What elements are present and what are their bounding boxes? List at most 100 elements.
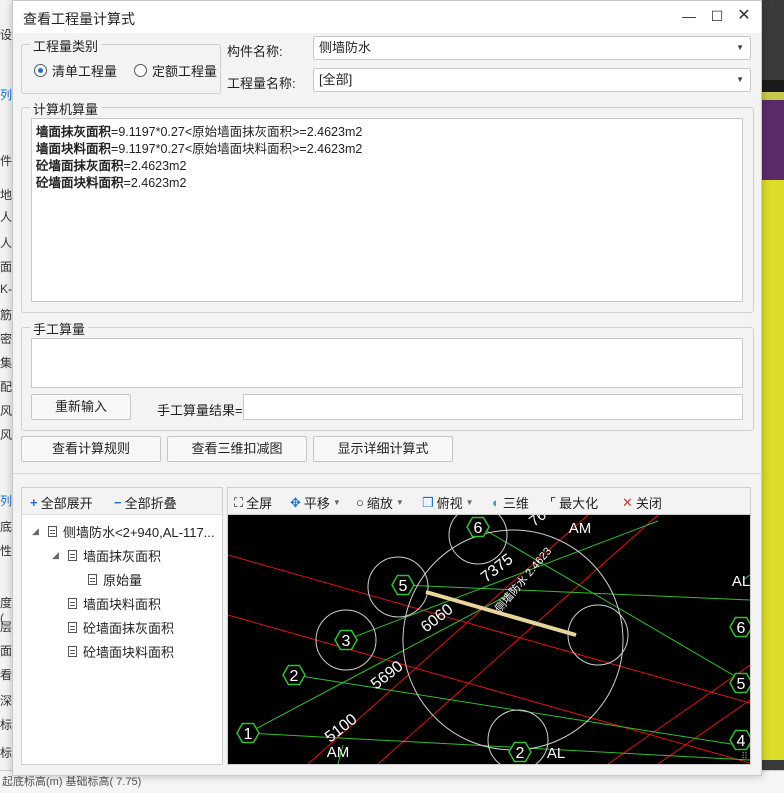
manual-calc-textarea[interactable]	[31, 338, 743, 388]
host-left-text: 底	[0, 520, 13, 534]
host-left-text: 地	[0, 188, 13, 202]
view-rules-button[interactable]: 查看计算规则	[21, 436, 161, 462]
splitter[interactable]	[13, 473, 761, 474]
document-icon	[48, 526, 57, 537]
chevron-down-icon: ▼	[736, 75, 744, 84]
host-left-text: 配	[0, 380, 13, 394]
axis-label: AM	[327, 744, 350, 761]
tree-node-label: 原始量	[103, 573, 143, 588]
manual-result-input[interactable]	[243, 394, 743, 420]
view-3d-deduction-button[interactable]: 查看三维扣减图	[167, 436, 307, 462]
host-left-text: 密	[0, 332, 13, 346]
host-left-text: 面	[0, 644, 13, 658]
tree-node-wall-tile[interactable]: 墙面块料面积	[68, 594, 161, 613]
axis-label: 4	[737, 733, 746, 750]
maximize-button[interactable]: ☐	[705, 5, 729, 27]
fullscreen-button[interactable]: ⛶ 全屏	[234, 493, 272, 512]
axis-label: 5	[737, 676, 746, 693]
radio-selected-icon	[34, 64, 47, 77]
computer-calc-group: 计算机算量 墙面抹灰面积=9.1197*0.27<原始墙面抹灰面积>=2.462…	[21, 99, 754, 313]
host-left-text: 看	[0, 668, 13, 682]
dim-label: 76	[526, 515, 550, 530]
three-d-button[interactable]: ◐ 三维	[492, 493, 529, 512]
radio-bill-quantity[interactable]: 清单工程量	[34, 61, 117, 80]
tree-node-wall-plaster[interactable]: ◢ 墙面抹灰面积	[52, 546, 161, 565]
host-left-text: 集	[0, 356, 13, 370]
tree-node-original-quantity[interactable]: 原始量	[88, 570, 142, 589]
axis-label: 6	[474, 520, 483, 537]
formula-line: 墙面块料面积=9.1197*0.27<原始墙面块料面积>=2.4623m2	[36, 142, 363, 156]
quantity-category-group: 工程量类别 清单工程量 定额工程量	[21, 36, 221, 94]
tree-node-label: 墙面抹灰面积	[83, 549, 162, 564]
quantity-name-value: [全部]	[319, 72, 353, 87]
zoom-icon: ○	[356, 495, 364, 510]
close-view-button[interactable]: ✕ 关闭	[622, 493, 662, 512]
expand-icon: +	[30, 495, 38, 510]
tree-node-concrete-tile[interactable]: 砼墙面块料面积	[68, 642, 174, 661]
dialog-title: 查看工程量计算式	[23, 11, 135, 27]
radio-quota-quantity[interactable]: 定额工程量	[134, 61, 217, 80]
axis-label: 3	[342, 633, 351, 650]
document-icon	[68, 622, 77, 633]
formula-line: 砼墙面块料面积=2.4623m2	[36, 176, 187, 190]
close-window-button[interactable]: ✕	[732, 5, 756, 27]
computer-calc-textarea[interactable]: 墙面抹灰面积=9.1197*0.27<原始墙面抹灰面积>=2.4623m2 墙面…	[31, 118, 743, 302]
tree-node-label: 墙面块料面积	[83, 597, 162, 612]
quantity-name-label: 工程量名称:	[227, 76, 296, 91]
computer-calc-legend: 计算机算量	[30, 99, 102, 118]
tree-node-concrete-plaster[interactable]: 砼墙面抹灰面积	[68, 618, 174, 637]
chevron-down-icon: ▼	[395, 498, 404, 507]
host-left-text: 标	[0, 718, 13, 732]
axis-label: 2	[516, 745, 525, 762]
host-left-text: 风	[0, 428, 13, 442]
quantity-tree-panel: + 全部展开 − 全部折叠 ◢ 侧墙防水<2+940,AL-117... ◢ 墙…	[21, 487, 223, 765]
collapse-all-label: 全部折叠	[124, 496, 177, 511]
host-left-text: 深	[0, 694, 13, 708]
maximize-view-button[interactable]: ⌜ 最大化	[550, 493, 598, 512]
tree-root-node[interactable]: ◢ 侧墙防水<2+940,AL-117...	[32, 522, 215, 541]
host-left-text: 标	[0, 746, 13, 760]
document-icon	[68, 646, 77, 657]
axis-label: AL	[732, 573, 750, 590]
zoom-button[interactable]: ○ 缩放 ▼	[356, 493, 404, 512]
component-name-select[interactable]: 侧墙防水 ▼	[313, 36, 751, 60]
host-left-text: 人	[0, 236, 13, 250]
cube-icon: ❒	[422, 494, 434, 510]
viewer-toolbar: ⛶ 全屏 ✥ 平移 ▼ ○ 缩放 ▼ ❒ 俯视 ▼ ◐ 三维 ⌜ 最大化 ✕ 关…	[228, 488, 750, 515]
title-bar[interactable]: 查看工程量计算式 — ☐ ✕	[13, 1, 761, 33]
axis-label: AM	[569, 520, 592, 537]
drawing-canvas[interactable]: 7375 6060 5690 5100 侧墙防水 2.4623 76 65321…	[228, 515, 750, 764]
radio-unselected-icon	[134, 64, 147, 77]
manual-result-label: 手工算量结果=	[157, 403, 243, 418]
view-direction-button[interactable]: ❒ 俯视 ▼	[422, 493, 474, 512]
tree-expanded-icon: ◢	[52, 550, 59, 560]
document-icon	[88, 574, 97, 585]
pan-label: 平移	[303, 496, 330, 511]
radio-bill-quantity-label: 清单工程量	[52, 64, 118, 79]
tree-node-label: 砼墙面块料面积	[83, 645, 175, 660]
quantity-category-legend: 工程量类别	[30, 36, 102, 55]
maximize-icon: ⌜	[550, 494, 557, 510]
quantity-name-select[interactable]: [全部] ▼	[313, 68, 751, 92]
expand-all-button[interactable]: + 全部展开	[30, 493, 93, 512]
close-icon: ✕	[622, 494, 633, 510]
chevron-down-icon: ▼	[465, 498, 474, 507]
axis-label: 5	[399, 578, 408, 595]
pan-button[interactable]: ✥ 平移 ▼	[290, 493, 341, 512]
radio-quota-quantity-label: 定额工程量	[152, 64, 218, 79]
zoom-label: 缩放	[366, 496, 393, 511]
manual-calc-group: 手工算量 重新输入 手工算量结果=	[21, 319, 754, 431]
minimize-button[interactable]: —	[677, 5, 701, 27]
show-detail-formula-button[interactable]: 显示详细计算式	[313, 436, 453, 462]
collapse-all-button[interactable]: − 全部折叠	[114, 493, 177, 512]
resize-grip-icon[interactable]: ⠿	[741, 751, 748, 762]
axis-label: 2	[290, 668, 299, 685]
component-name-value: 侧墙防水	[319, 40, 372, 55]
tree-toolbar: + 全部展开 − 全部折叠	[22, 488, 222, 515]
host-left-text: K-	[0, 282, 12, 296]
document-icon	[68, 598, 77, 609]
host-left-text: 设	[0, 28, 13, 42]
reinput-button[interactable]: 重新输入	[31, 394, 131, 420]
host-left-text: 层	[0, 620, 13, 634]
host-left-text: 筋	[0, 308, 13, 322]
